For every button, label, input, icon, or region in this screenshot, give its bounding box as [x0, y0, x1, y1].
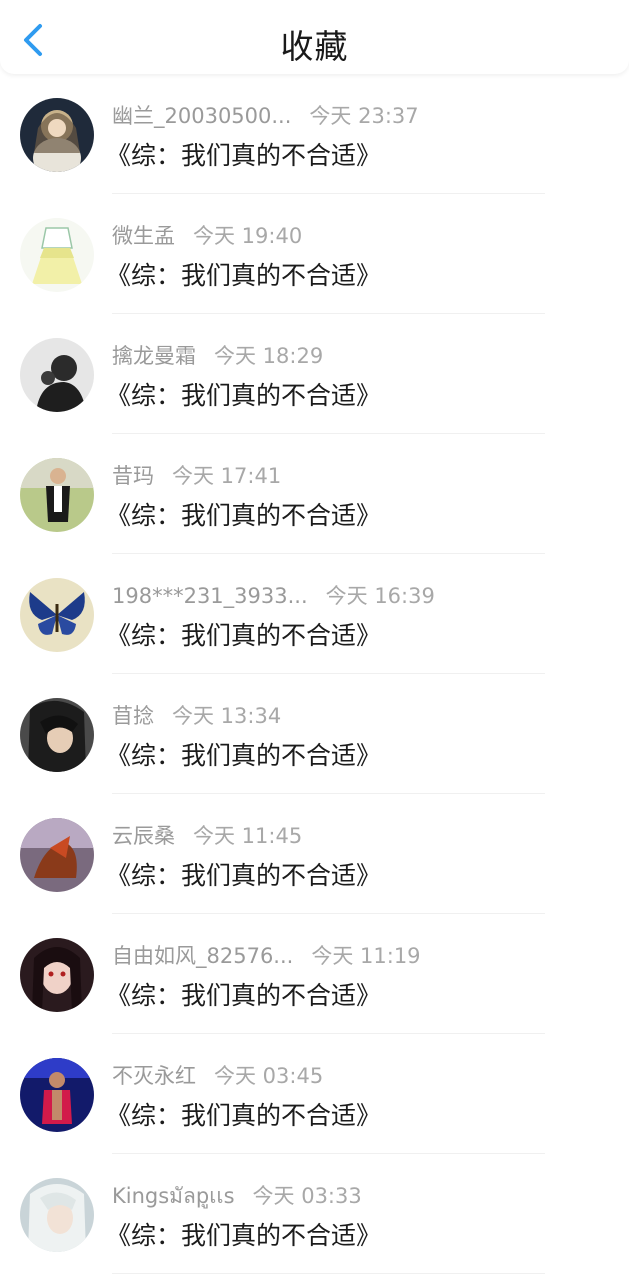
book-title[interactable]: 《综：我们真的不合适》 — [106, 136, 381, 172]
user-name[interactable]: 不灭永红 — [112, 1064, 196, 1088]
user-name[interactable]: 昔玛 — [112, 464, 154, 488]
timestamp: 今天 13:34 — [172, 704, 282, 728]
list-item[interactable]: 不灭永红 今天 03:45 《综：我们真的不合适》 — [0, 1034, 629, 1154]
list-item[interactable]: 擒龙曼霜 今天 18:29 《综：我们真的不合适》 — [0, 314, 629, 434]
list-item[interactable]: 苜捻 今天 13:34 《综：我们真的不合适》 — [0, 674, 629, 794]
item-meta: 198***231_3933... 今天 16:39 — [112, 580, 435, 610]
timestamp: 今天 17:41 — [172, 464, 282, 488]
book-title[interactable]: 《综：我们真的不合适》 — [106, 616, 381, 652]
timestamp: 今天 11:45 — [193, 824, 303, 848]
avatar[interactable] — [20, 818, 94, 892]
item-meta: Kingsมัลpูเเs 今天 03:33 — [112, 1180, 362, 1210]
avatar-icon — [20, 338, 94, 412]
list-item[interactable]: 云辰桑 今天 11:45 《综：我们真的不合适》 — [0, 794, 629, 914]
avatar-icon — [20, 698, 94, 772]
list-item[interactable]: Kingsมัลpูเเs 今天 03:33 《综：我们真的不合适》 — [0, 1154, 629, 1274]
list-item[interactable]: 198***231_3933... 今天 16:39 《综：我们真的不合适》 — [0, 554, 629, 674]
item-meta: 幽兰_20030500... 今天 23:37 — [112, 100, 419, 130]
timestamp: 今天 19:40 — [193, 224, 303, 248]
user-name[interactable]: 自由如风_82576... — [112, 944, 293, 968]
avatar-icon — [20, 98, 94, 172]
top-bar: 收藏 — [0, 0, 629, 74]
book-title[interactable]: 《综：我们真的不合适》 — [106, 1096, 381, 1132]
avatar-icon — [20, 578, 94, 652]
book-title[interactable]: 《综：我们真的不合适》 — [106, 496, 381, 532]
avatar-icon — [20, 938, 94, 1012]
avatar[interactable] — [20, 938, 94, 1012]
avatar[interactable] — [20, 578, 94, 652]
list-item[interactable]: 微生孟 今天 19:40 《综：我们真的不合适》 — [0, 194, 629, 314]
timestamp: 今天 18:29 — [214, 344, 324, 368]
avatar[interactable] — [20, 1058, 94, 1132]
user-name[interactable]: 云辰桑 — [112, 824, 175, 848]
avatar[interactable] — [20, 98, 94, 172]
avatar[interactable] — [20, 218, 94, 292]
user-name[interactable]: 擒龙曼霜 — [112, 344, 196, 368]
user-name[interactable]: 苜捻 — [112, 704, 154, 728]
item-meta: 昔玛 今天 17:41 — [112, 460, 281, 490]
book-title[interactable]: 《综：我们真的不合适》 — [106, 856, 381, 892]
user-name[interactable]: 幽兰_20030500... — [112, 104, 291, 128]
list-item[interactable]: 昔玛 今天 17:41 《综：我们真的不合适》 — [0, 434, 629, 554]
timestamp: 今天 03:45 — [214, 1064, 324, 1088]
user-name[interactable]: Kingsมัลpูเเs — [112, 1184, 235, 1208]
avatar[interactable] — [20, 698, 94, 772]
item-meta: 擒龙曼霜 今天 18:29 — [112, 340, 323, 370]
avatar-icon — [20, 818, 94, 892]
item-meta: 不灭永红 今天 03:45 — [112, 1060, 323, 1090]
item-meta: 苜捻 今天 13:34 — [112, 700, 281, 730]
book-title[interactable]: 《综：我们真的不合适》 — [106, 1216, 381, 1252]
user-name[interactable]: 微生孟 — [112, 224, 175, 248]
avatar-icon — [20, 1178, 94, 1252]
timestamp: 今天 23:37 — [309, 104, 419, 128]
item-meta: 自由如风_82576... 今天 11:19 — [112, 940, 421, 970]
divider — [112, 1273, 545, 1274]
book-title[interactable]: 《综：我们真的不合适》 — [106, 256, 381, 292]
avatar[interactable] — [20, 458, 94, 532]
avatar-icon — [20, 1058, 94, 1132]
timestamp: 今天 03:33 — [252, 1184, 362, 1208]
avatar-icon — [20, 458, 94, 532]
book-title[interactable]: 《综：我们真的不合适》 — [106, 976, 381, 1012]
timestamp: 今天 16:39 — [325, 584, 435, 608]
timestamp: 今天 11:19 — [311, 944, 421, 968]
avatar[interactable] — [20, 1178, 94, 1252]
book-title[interactable]: 《综：我们真的不合适》 — [106, 736, 381, 772]
item-meta: 云辰桑 今天 11:45 — [112, 820, 302, 850]
avatar[interactable] — [20, 338, 94, 412]
avatar-icon — [20, 218, 94, 292]
list-item[interactable]: 幽兰_20030500... 今天 23:37 《综：我们真的不合适》 — [0, 74, 629, 194]
book-title[interactable]: 《综：我们真的不合适》 — [106, 376, 381, 412]
page-title: 收藏 — [280, 27, 349, 66]
user-name[interactable]: 198***231_3933... — [112, 584, 308, 608]
favorites-list: 幽兰_20030500... 今天 23:37 《综：我们真的不合适》 微生孟 今天… — [0, 74, 629, 1274]
item-meta: 微生孟 今天 19:40 — [112, 220, 302, 250]
list-item[interactable]: 自由如风_82576... 今天 11:19 《综：我们真的不合适》 — [0, 914, 629, 1034]
